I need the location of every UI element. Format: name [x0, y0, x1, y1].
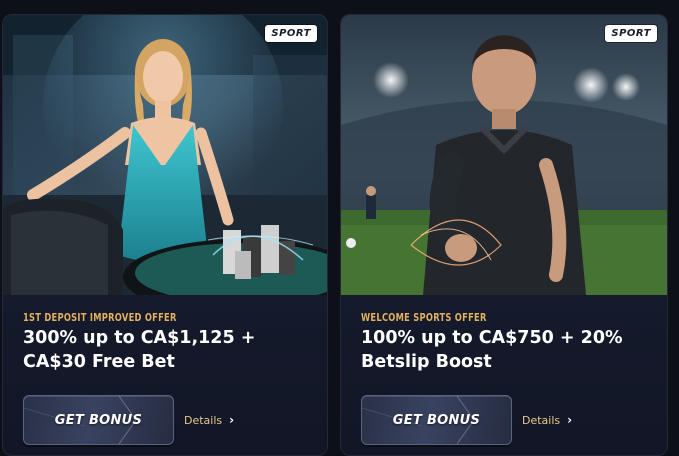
promo-image-casino: SPORT	[3, 15, 327, 295]
offer-eyebrow: WELCOME SPORTS OFFER	[361, 312, 487, 324]
promo-info: 1ST DEPOSIT IMPROVED OFFER 300% up to CA…	[3, 295, 327, 455]
get-bonus-label: GET BONUS	[392, 412, 481, 428]
promo-card-casino[interactable]: SPORT 1ST DEPOSIT IMPROVED OFFER 300% up…	[2, 14, 328, 456]
category-badge: SPORT	[265, 25, 317, 42]
offer-eyebrow: 1ST DEPOSIT IMPROVED OFFER	[23, 312, 177, 324]
get-bonus-label: GET BONUS	[54, 412, 143, 428]
chevron-right-icon: ›	[229, 413, 235, 427]
get-bonus-button[interactable]: GET BONUS	[23, 395, 174, 445]
promo-info: WELCOME SPORTS OFFER 100% up to CA$750 +…	[341, 295, 667, 455]
get-bonus-button[interactable]: GET BONUS	[361, 395, 512, 445]
offer-headline: 300% up to CA$1,125 + CA$30 Free Bet	[23, 328, 256, 372]
offer-headline: 100% up to CA$750 + 20% Betslip Boost	[361, 328, 623, 372]
promo-card-sports[interactable]: SPORT WELCOME SPORTS OFFER 100% up to CA…	[340, 14, 668, 456]
details-label: Details	[184, 413, 223, 427]
details-label: Details	[522, 413, 561, 427]
category-badge: SPORT	[605, 25, 657, 42]
chevron-right-icon: ›	[567, 413, 573, 427]
details-link[interactable]: Details ›	[522, 413, 572, 427]
promo-image-sports: SPORT	[341, 15, 667, 295]
details-link[interactable]: Details ›	[184, 413, 234, 427]
